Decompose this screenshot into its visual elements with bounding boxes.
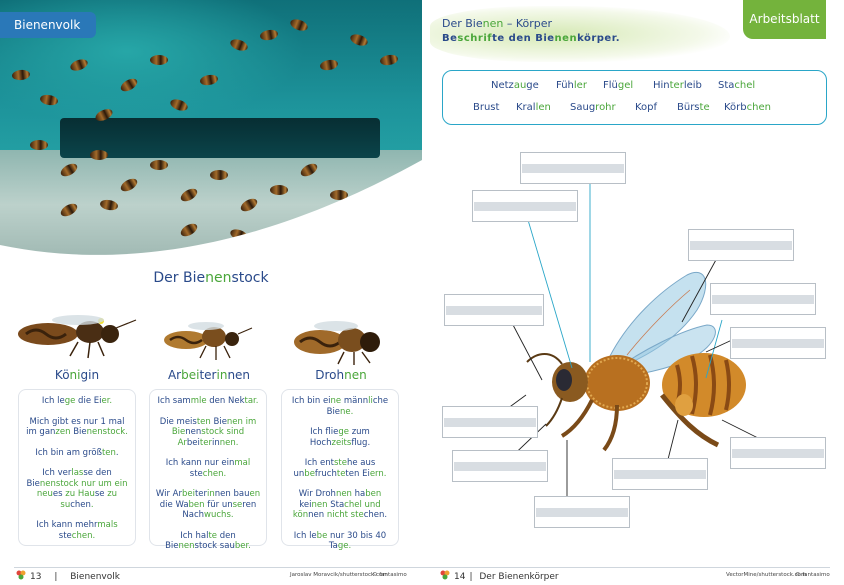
footer-title-left: Bienenvolk (70, 572, 120, 582)
photo-mask (0, 160, 422, 258)
left-page: Bienenvolk Der Bienenstock Königin Arbei… (0, 0, 422, 585)
fact-line: Ich fliege zum Hochzeitsflug. (309, 427, 371, 448)
label-answer-field[interactable] (710, 283, 816, 315)
footer-brand-left: © fantasimo (372, 572, 407, 578)
queen-bee-image (18, 315, 137, 359)
label-answer-field[interactable] (534, 496, 630, 528)
page-footer: 13 | Bienenvolk Jaroslav Moravcik/shutte… (0, 567, 844, 585)
fact-line: Ich bin eine männliche Biene. (291, 396, 389, 417)
label-answer-field[interactable] (612, 458, 708, 490)
label-answer-field[interactable] (442, 406, 538, 438)
drone-bee-image (294, 321, 380, 365)
label-answer-field[interactable] (472, 190, 578, 222)
worker-bee-image (164, 322, 253, 360)
label-answer-field[interactable] (730, 327, 826, 359)
fact-line: Ich kann nur einmal stechen. (165, 458, 251, 479)
fact-line: Mich gibt es nur 1 mal im ganzen Bienens… (26, 416, 128, 438)
beehive-photo (0, 0, 422, 258)
fact-line: Die meisten Bienen im Bienenstock sind A… (159, 416, 257, 448)
section-tab: Bienenvolk (0, 12, 96, 38)
label-answer-field[interactable] (444, 294, 544, 326)
bee-name-workers: Arbeiterinnen (167, 368, 251, 382)
fact-line: Ich halte den Bienenstock sauber. (165, 530, 251, 552)
fact-line: Ich sammle den Nektar. (157, 396, 259, 406)
fact-line: Wir Arbeiterinnen bauen die Waben für un… (155, 489, 261, 520)
fact-line: Ich kann mehrmals stechen. (36, 520, 118, 541)
fact-line: Ich entstehe aus unbefruchteten Eiern. (293, 458, 387, 479)
drone-facts-card: Ich bin eine männliche Biene. Ich fliege … (281, 389, 399, 551)
footer-page-number-right: 14 (454, 572, 466, 582)
footer-left: 13 | Bienenvolk (16, 570, 120, 583)
fact-line: Wir Drohnen haben keinen Stachel und kön… (292, 489, 388, 520)
footer-brand-right: © fantasimo (795, 572, 830, 578)
footer-page-number-left: 13 (30, 572, 42, 582)
fantasimo-logo-icon (16, 570, 26, 580)
page-title: Der Bienenstock (153, 270, 269, 286)
fact-line: Ich lebe nur 30 bis 40 Tage. (293, 530, 387, 552)
footer-right: 14 | Der Bienenkörper (440, 570, 559, 583)
fact-line: Ich bin am größten. (35, 447, 119, 458)
label-answer-field[interactable] (452, 450, 548, 482)
fact-line: Ich verlasse den Bienenstock nur um ein … (26, 468, 128, 510)
fact-line: Ich lege die Eier. (41, 396, 113, 406)
label-answer-field[interactable] (688, 229, 794, 261)
footer-title-right: Der Bienenkörper (479, 572, 559, 582)
queen-facts-card: Ich lege die Eier. Mich gibt es nur 1 mal… (18, 389, 136, 546)
bee-name-queen: Königin (54, 368, 100, 382)
label-answer-field[interactable] (730, 437, 826, 469)
fantasimo-logo-icon (440, 570, 450, 580)
right-page: Der Bienen – Körper Beschrifte den Biene… (422, 0, 844, 585)
worker-facts-card: Ich sammle den Nektar. Die meisten Bienen… (149, 389, 267, 551)
bee-name-drones: Drohnen (315, 368, 367, 382)
label-answer-field[interactable] (520, 152, 626, 184)
